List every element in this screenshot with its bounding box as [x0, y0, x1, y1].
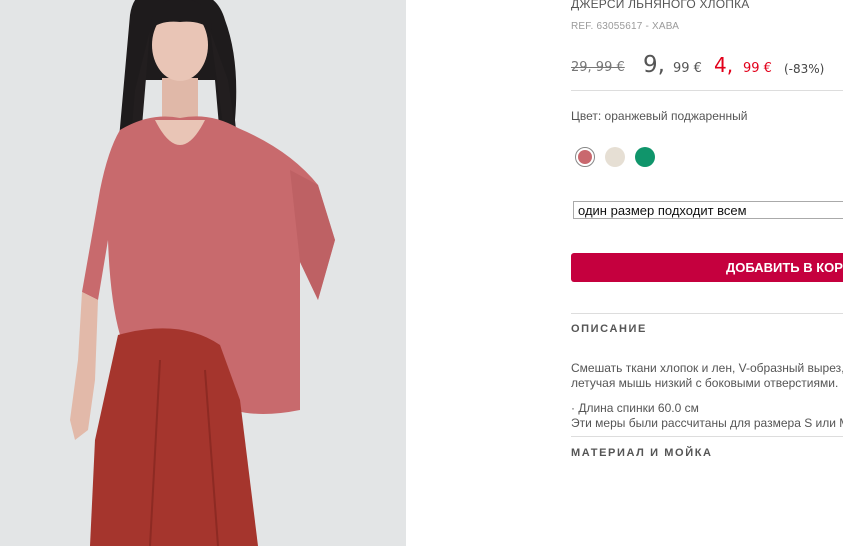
beige-swatch-dot [605, 147, 625, 167]
description-line: Эти меры были рассчитаны для размера S и… [571, 416, 843, 430]
description-line: · Длина спинки 60.0 см [571, 401, 699, 415]
previous-price-cents: 99 € [673, 61, 702, 76]
description-line: летучая мышь низкий с боковыми отверстия… [571, 376, 839, 390]
green-swatch-dot [635, 147, 655, 167]
previous-price-main: 9, [643, 52, 665, 78]
color-swatch-beige[interactable] [605, 147, 625, 167]
divider [571, 436, 843, 437]
product-photo[interactable] [0, 0, 406, 546]
size-select[interactable]: один размер подходит всем ▼ [573, 201, 843, 219]
coral-swatch-dot [578, 150, 592, 164]
product-info-panel: ДЖЕРСИ ЛЬНЯНОГО ХЛОПКА REF. 63055617 - Х… [571, 0, 843, 546]
material-care-heading[interactable]: МАТЕРИАЛ И МОЙКА [571, 447, 713, 459]
original-price: 29, 99 € [571, 60, 625, 75]
description-line: Смешать ткани хлопок и лен, V-образный в… [571, 361, 843, 375]
discount-badge: (-83%) [784, 62, 825, 76]
product-title: ДЖЕРСИ ЛЬНЯНОГО ХЛОПКА [571, 0, 750, 11]
color-label: Цвет: оранжевый поджаренный [571, 109, 748, 123]
color-swatch-green[interactable] [635, 147, 655, 167]
size-select-value: один размер подходит всем [578, 203, 747, 218]
description-heading[interactable]: ОПИСАНИЕ [571, 323, 647, 335]
color-swatch-coral[interactable] [575, 147, 595, 167]
add-to-cart-button[interactable]: ДОБАВИТЬ В КОРЗИНУ [571, 253, 843, 282]
divider [571, 313, 843, 314]
divider [571, 90, 843, 91]
sale-price-main: 4, [714, 53, 734, 77]
product-reference: REF. 63055617 - ХАВА [571, 21, 680, 32]
sale-price-cents: 99 € [743, 61, 772, 76]
